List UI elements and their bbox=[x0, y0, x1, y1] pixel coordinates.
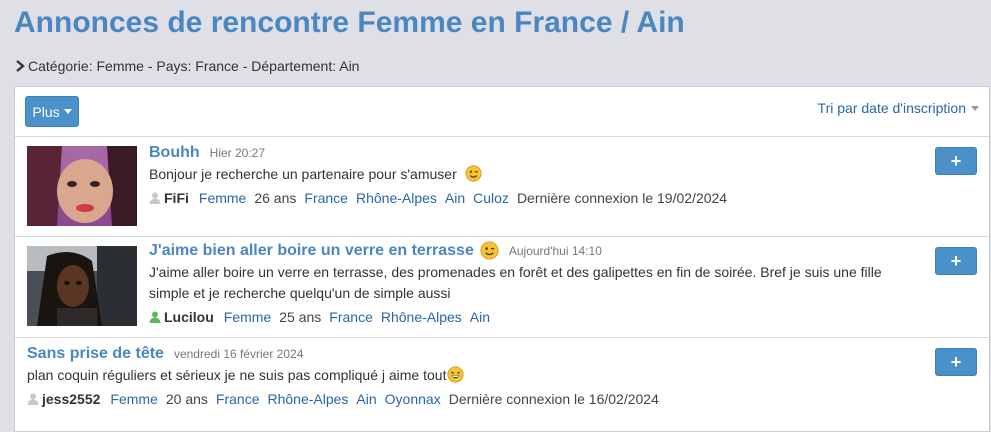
age: 26 ans bbox=[254, 190, 297, 206]
ad-date: vendredi 16 février 2024 bbox=[173, 347, 304, 361]
sort-label: Tri par date d'inscription bbox=[817, 100, 966, 116]
profile-photo[interactable] bbox=[27, 146, 137, 226]
country-link[interactable]: France bbox=[216, 391, 260, 407]
ad-meta: Lucilou Femme 25 ans France Rhône-Alpes … bbox=[149, 309, 498, 325]
username: FiFi bbox=[164, 190, 189, 206]
toolbar: Plus Tri par date d'inscription bbox=[15, 87, 989, 137]
ad-date: Aujourd'hui 14:10 bbox=[508, 243, 602, 258]
user-icon bbox=[149, 192, 161, 204]
profile-photo[interactable] bbox=[27, 246, 137, 326]
ad-description-wrap: Bonjour je recherche un partenaire pour … bbox=[149, 164, 482, 185]
last-login: Dernière connexion le 16/02/2024 bbox=[448, 391, 659, 407]
ad-date: Hier 20:27 bbox=[209, 146, 266, 160]
ad-description-wrap: plan coquin réguliers et sérieux je ne s… bbox=[27, 365, 465, 386]
ad-title-link[interactable]: J'aime bien aller boire un verre en terr… bbox=[149, 242, 474, 260]
ad-title-link[interactable]: Sans prise de tête bbox=[27, 345, 164, 363]
list-item: J'aime bien aller boire un verre en terr… bbox=[15, 237, 989, 338]
gender-link[interactable]: Femme bbox=[199, 190, 246, 206]
department-link[interactable]: Ain bbox=[356, 391, 376, 407]
add-button[interactable]: + bbox=[935, 247, 977, 275]
username: jess2552 bbox=[42, 391, 101, 407]
country-link[interactable]: France bbox=[329, 309, 373, 325]
add-button[interactable]: + bbox=[935, 147, 977, 175]
user-icon bbox=[27, 393, 39, 405]
ad-description: plan coquin réguliers et sérieux je ne s… bbox=[27, 367, 447, 383]
plus-dropdown-button[interactable]: Plus bbox=[25, 96, 79, 127]
city-link[interactable]: Culoz bbox=[473, 190, 509, 206]
wink-emoji-icon bbox=[480, 241, 499, 260]
department-link[interactable]: Ain bbox=[445, 190, 465, 206]
region-link[interactable]: Rhône-Alpes bbox=[381, 309, 462, 325]
laugh-emoji-icon bbox=[447, 366, 465, 383]
last-login: Dernière connexion le 19/02/2024 bbox=[516, 190, 728, 206]
list-item: Bouhh Hier 20:27 Bonjour je recherche un… bbox=[15, 137, 989, 237]
city-link[interactable]: Oyonnax bbox=[385, 391, 441, 407]
department-link[interactable]: Ain bbox=[470, 309, 490, 325]
age: 25 ans bbox=[279, 309, 322, 325]
gender-link[interactable]: Femme bbox=[110, 391, 157, 407]
list-item: Sans prise de tête vendredi 16 février 2… bbox=[15, 338, 989, 431]
user-icon bbox=[149, 311, 161, 323]
chevron-right-icon bbox=[16, 60, 25, 72]
caret-down-icon bbox=[971, 105, 979, 111]
ads-panel: Plus Tri par date d'inscription Bouhh Hi… bbox=[14, 86, 990, 432]
breadcrumb-text: Catégorie: Femme - Pays: France - Départ… bbox=[28, 58, 360, 74]
ad-description: J'aime aller boire un verre en terrasse,… bbox=[149, 264, 882, 301]
ad-title-link[interactable]: Bouhh bbox=[149, 144, 200, 162]
breadcrumb: Catégorie: Femme - Pays: France - Départ… bbox=[14, 58, 359, 74]
sort-dropdown[interactable]: Tri par date d'inscription bbox=[818, 100, 979, 116]
region-link[interactable]: Rhône-Alpes bbox=[267, 391, 348, 407]
username: Lucilou bbox=[164, 309, 214, 325]
ad-meta: jess2552 Femme 20 ans France Rhône-Alpes… bbox=[27, 391, 659, 407]
wink-emoji-icon bbox=[465, 165, 482, 182]
caret-down-icon bbox=[63, 109, 72, 114]
plus-label: Plus bbox=[32, 103, 60, 120]
page-title: Annonces de rencontre Femme en France / … bbox=[14, 6, 685, 39]
ad-description: Bonjour je recherche un partenaire pour … bbox=[149, 166, 457, 182]
country-link[interactable]: France bbox=[304, 190, 348, 206]
add-button[interactable]: + bbox=[935, 348, 977, 376]
ad-meta: FiFi Femme 26 ans France Rhône-Alpes Ain… bbox=[149, 190, 727, 206]
gender-link[interactable]: Femme bbox=[224, 309, 271, 325]
age: 20 ans bbox=[165, 391, 208, 407]
region-link[interactable]: Rhône-Alpes bbox=[356, 190, 437, 206]
